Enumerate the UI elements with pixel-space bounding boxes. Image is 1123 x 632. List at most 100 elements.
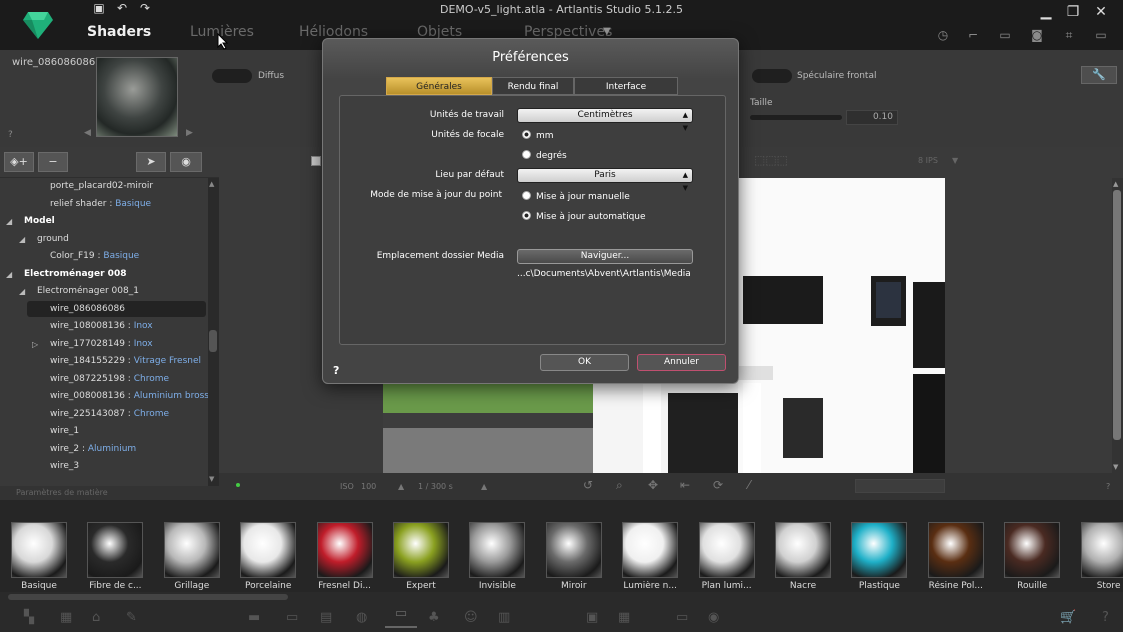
tree-row[interactable]: wire_108008136 : Inox — [0, 318, 208, 335]
folder-icon[interactable]: ▭ — [676, 610, 688, 625]
viewport-help-icon[interactable]: ? — [1106, 482, 1110, 491]
tree-row[interactable]: wire_2 : Aluminium — [0, 441, 208, 458]
shutter-stepper-icon[interactable]: ▲ — [481, 482, 487, 491]
catalog-item[interactable]: Résine Pol... — [925, 522, 987, 591]
tab-interface[interactable]: Interface — [574, 77, 678, 95]
tree-row[interactable]: ▷ wire_177028149 : Inox — [0, 336, 208, 353]
axis-icon[interactable]: ⌐ — [964, 28, 982, 42]
catalog-item[interactable]: Expert — [390, 522, 452, 591]
expand-arrow-icon[interactable]: ▷ — [32, 336, 38, 353]
food-icon[interactable]: ◍ — [356, 610, 367, 625]
brush-icon[interactable]: ✎ — [126, 610, 137, 625]
tree-scroll-thumb[interactable] — [209, 330, 217, 352]
catalog-scroll-thumb[interactable] — [8, 594, 288, 600]
catalog-item[interactable]: Invisible — [466, 522, 528, 591]
window-icon[interactable]: ▭ — [996, 28, 1014, 42]
crop-icon[interactable]: ⌗ — [1060, 28, 1078, 42]
prev-arrow-icon[interactable]: ◀ — [84, 128, 91, 138]
tab-generales[interactable]: Générales — [386, 77, 492, 95]
tree-row[interactable]: Color_F19 : Basique — [0, 248, 208, 265]
specular-color-swatch[interactable] — [752, 69, 792, 83]
catalog-item[interactable]: Rouille — [1001, 522, 1063, 591]
orbit-icon[interactable]: ⟳ — [713, 478, 723, 492]
tree-row[interactable]: wire_087225198 : Chrome — [0, 371, 208, 388]
car-icon[interactable]: ▭ — [385, 606, 417, 628]
perspectives-dropdown-icon[interactable]: ▼ — [603, 26, 611, 37]
unites-travail-select[interactable]: Centimètres ▲ ▼ — [517, 108, 693, 132]
clock-icon[interactable]: ◷ — [934, 28, 952, 42]
tree-row[interactable]: porte_placard02-miroir — [0, 178, 208, 195]
bottom-help-icon[interactable]: ? — [1102, 610, 1109, 625]
mode-manuelle-radio[interactable]: Mise à jour manuelle — [522, 191, 630, 203]
catalog-item[interactable]: Grillage — [161, 522, 223, 591]
camera-icon[interactable]: ◙ — [1028, 28, 1046, 42]
next-arrow-icon[interactable]: ▶ — [186, 128, 193, 138]
close-icon[interactable]: ✕ — [1090, 3, 1112, 21]
focale-mm-radio[interactable]: mm — [522, 130, 554, 142]
tree-row[interactable]: wire_008008136 : Aluminium bross — [0, 388, 208, 405]
person-icon[interactable]: ☺ — [464, 610, 478, 625]
annuler-button[interactable]: Annuler — [637, 354, 726, 371]
catalog-item[interactable]: Fibre de c... — [84, 522, 146, 591]
vp-scroll-up-icon[interactable]: ▲ — [1113, 180, 1118, 188]
minimize-icon[interactable]: ▁ — [1035, 3, 1057, 21]
reset-icon[interactable]: ↺ — [583, 478, 593, 492]
diffus-color-swatch[interactable] — [212, 69, 252, 83]
tree-row[interactable]: wire_3 — [0, 458, 208, 475]
paint-icon[interactable]: ▚ — [24, 610, 34, 625]
tab-shaders[interactable]: Shaders — [87, 24, 151, 40]
wrench-icon[interactable]: 🔧 — [1081, 66, 1117, 84]
add-shader-icon[interactable]: ◈+ — [4, 152, 34, 172]
dialog-help-icon[interactable]: ? — [333, 364, 339, 377]
viewport-slider[interactable] — [855, 479, 945, 493]
image-icon[interactable]: ▣ — [586, 610, 598, 625]
viewport-checkbox[interactable] — [311, 156, 321, 166]
tree-row[interactable]: ◢ Electroménager 008 — [0, 266, 208, 283]
taille-slider[interactable] — [750, 115, 842, 120]
tree-row[interactable]: wire_1 — [0, 423, 208, 440]
tree-row[interactable]: ◢ ground — [0, 231, 208, 248]
mode-automatique-radio[interactable]: Mise à jour automatique — [522, 211, 646, 223]
scroll-down-icon[interactable]: ▼ — [209, 475, 214, 483]
expand-arrow-icon[interactable]: ◢ — [6, 266, 12, 283]
sofa-icon[interactable]: ▬ — [248, 610, 260, 625]
expand-arrow-icon[interactable]: ◢ — [19, 231, 25, 248]
expand-arrow-icon[interactable]: ◢ — [19, 283, 25, 300]
scroll-up-icon[interactable]: ▲ — [209, 180, 214, 188]
catalog-item[interactable]: Store — [1078, 522, 1123, 591]
tree-row[interactable]: ◢ Electroménager 008_1 — [0, 283, 208, 300]
catalog-item[interactable]: Plan lumi... — [696, 522, 758, 591]
restore-icon[interactable]: ❐ — [1062, 3, 1084, 21]
vp-scroll-thumb[interactable] — [1113, 190, 1121, 440]
focal-icon[interactable]: ⁄ — [748, 478, 750, 492]
ok-button[interactable]: OK — [540, 354, 629, 371]
select-arrow-icon[interactable]: ➤ — [136, 152, 166, 172]
building-icon[interactable]: ▥ — [498, 610, 510, 625]
plant-icon[interactable]: ♣ — [428, 610, 440, 625]
tree-row[interactable]: wire_225143087 : Chrome — [0, 406, 208, 423]
focale-degres-radio[interactable]: degrés — [522, 150, 567, 162]
cup-icon[interactable]: ▭ — [286, 610, 298, 625]
help-icon[interactable]: ? — [8, 130, 13, 140]
roof-icon[interactable]: ⌂ — [92, 610, 100, 625]
expand-arrow-icon[interactable]: ◢ — [6, 213, 12, 230]
taille-value-field[interactable]: 0.10 — [846, 110, 898, 125]
catalog-item[interactable]: Plastique — [848, 522, 910, 591]
frame-icon[interactable]: ⬚⬚⬚ — [754, 153, 788, 167]
vp-scroll-down-icon[interactable]: ▼ — [1113, 463, 1118, 471]
catalog-item[interactable]: Porcelaine — [237, 522, 299, 591]
tree-row[interactable]: wire_086086086 — [0, 300, 208, 318]
monitor-icon[interactable]: ▭ — [1092, 28, 1110, 42]
lieu-select[interactable]: Paris ▲ ▼ — [517, 168, 693, 192]
catalog-item[interactable]: Nacre — [772, 522, 834, 591]
brick-icon[interactable]: ▦ — [60, 610, 72, 625]
tab-rendu-final[interactable]: Rendu final — [492, 77, 574, 95]
tree-row[interactable]: wire_184155229 : Vitrage Fresnel — [0, 353, 208, 370]
catalog-item[interactable]: Miroir — [543, 522, 605, 591]
grid-icon[interactable]: ▦ — [618, 610, 630, 625]
walk-icon[interactable]: ⇤ — [680, 478, 690, 492]
pan-icon[interactable]: ✥ — [648, 478, 658, 492]
globe-icon[interactable]: ◉ — [708, 610, 719, 625]
zoom-icon[interactable]: ⌕ — [616, 478, 623, 493]
remove-icon[interactable]: − — [38, 152, 68, 172]
